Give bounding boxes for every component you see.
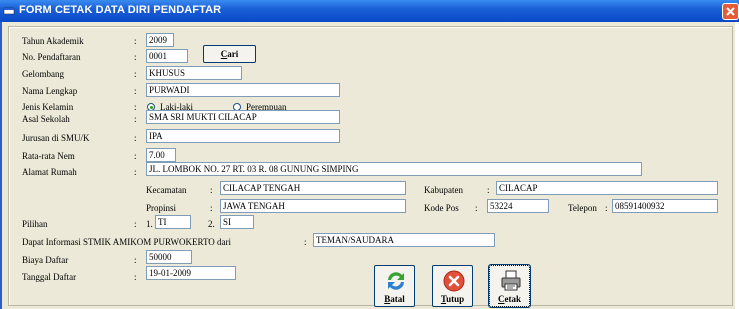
gelombang-label: Gelombang (22, 69, 64, 79)
colon: : (134, 133, 137, 143)
close-button[interactable] (722, 3, 739, 20)
colon: : (134, 167, 137, 177)
colon: : (134, 102, 137, 112)
tanggal-daftar-input[interactable]: 19-01-2009 (146, 266, 236, 280)
asal-sekolah-input[interactable]: SMA SRI MUKTI CILACAP (146, 110, 340, 124)
cetak-label: etak (504, 294, 522, 304)
colon: : (134, 151, 137, 161)
gelombang-input[interactable]: KHUSUS (146, 66, 242, 80)
kecamatan-input[interactable]: CILACAP TENGAH (220, 181, 406, 195)
alamat-rumah-input[interactable]: JL. LOMBOK NO. 27 RT. 03 R. 08 GUNUNG SI… (146, 162, 642, 176)
pilihan-2-number: 2. (208, 219, 215, 229)
colon: : (475, 203, 478, 213)
nama-lengkap-input[interactable]: PURWADI (146, 83, 340, 97)
telepon-input[interactable]: 08591400932 (612, 199, 718, 213)
colon: : (210, 185, 213, 195)
close-icon (726, 7, 735, 16)
kabupaten-input[interactable]: CILACAP (496, 181, 718, 195)
batal-label: atal (390, 294, 405, 304)
title-bar[interactable]: FORM CETAK DATA DIRI PENDAFTAR (0, 0, 739, 22)
colon: : (487, 185, 490, 195)
cari-label: ari (227, 49, 239, 59)
colon: : (605, 203, 608, 213)
tahun-akademik-input[interactable]: 2009 (146, 33, 174, 47)
asal-sekolah-label: Asal Sekolah (22, 114, 70, 124)
tutup-button[interactable]: Tutup (432, 265, 473, 307)
window-title: FORM CETAK DATA DIRI PENDAFTAR (19, 4, 222, 16)
informasi-input[interactable]: TEMAN/SAUDARA (313, 233, 495, 247)
batal-caption: Batal (375, 294, 414, 304)
colon: : (134, 36, 137, 46)
kode-pos-label: Kode Pos (424, 203, 459, 213)
colon: : (134, 272, 137, 282)
colon: : (134, 114, 137, 124)
pilihan-1-number: 1. (146, 219, 153, 229)
colon: : (210, 203, 213, 213)
cari-button[interactable]: Cari (203, 45, 256, 63)
tahun-akademik-label: Tahun Akademik (22, 36, 84, 46)
close-circle-icon (443, 270, 465, 292)
no-pendaftaran-label: No. Pendaftaran (22, 52, 81, 62)
rata-rata-nem-input[interactable]: 7.00 (146, 148, 176, 162)
jurusan-input[interactable]: IPA (146, 129, 340, 143)
colon: : (304, 237, 307, 247)
jenis-kelamin-label: Jenis Kelamin (22, 102, 74, 112)
pilihan-2-input[interactable]: SI (220, 215, 254, 229)
colon: : (134, 52, 137, 62)
alamat-rumah-label: Alamat Rumah (22, 167, 77, 177)
no-pendaftaran-input[interactable]: 0001 (146, 49, 188, 63)
kode-pos-input[interactable]: 53224 (487, 199, 549, 213)
rata-rata-nem-label: Rata-rata Nem (22, 151, 75, 161)
printer-icon (501, 270, 521, 291)
colon: : (134, 69, 137, 79)
pilihan-1-input[interactable]: TI (155, 215, 191, 229)
tutup-caption: Tutup (433, 294, 472, 304)
kecamatan-label: Kecamatan (146, 185, 187, 195)
biaya-daftar-input[interactable]: 50000 (146, 250, 192, 264)
propinsi-input[interactable]: JAWA TENGAH (220, 199, 406, 213)
refresh-arrows-icon (388, 272, 404, 290)
colon: : (134, 86, 137, 96)
form-icon (3, 7, 15, 15)
telepon-label: Telepon (568, 203, 597, 213)
biaya-daftar-label: Biaya Daftar (22, 255, 69, 265)
colon: : (134, 219, 137, 229)
tutup-label: utup (446, 294, 465, 304)
batal-button[interactable]: Batal (374, 265, 415, 307)
colon: : (134, 255, 137, 265)
cetak-caption: Cetak (490, 294, 529, 304)
tanggal-daftar-label: Tanggal Daftar (22, 272, 77, 282)
kabupaten-label: Kabupaten (424, 185, 463, 195)
nama-lengkap-label: Nama Lengkap (22, 86, 78, 96)
jurusan-label: Jurusan di SMU/K (22, 133, 90, 143)
propinsi-label: Propinsi (146, 203, 177, 213)
informasi-label: Dapat Informasi STMIK AMIKOM PURWOKERTO … (22, 237, 232, 247)
radio-selected-dot (150, 106, 153, 109)
pilihan-label: Pilihan (22, 219, 48, 229)
cetak-button[interactable]: Cetak (488, 264, 531, 308)
